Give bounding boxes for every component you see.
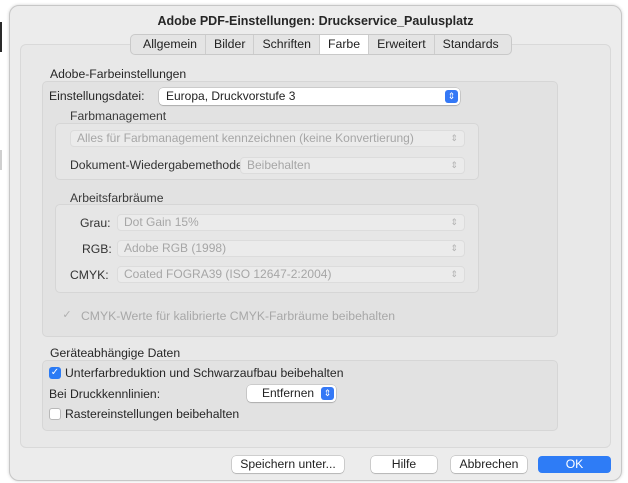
farbe-pane: Adobe-Farbeinstellungen Einstellungsdate… — [20, 44, 611, 448]
color-management-heading: Farbmanagement — [70, 109, 167, 123]
preserve-cmyk-label: CMYK-Werte für kalibrierte CMYK-Farbräum… — [81, 309, 396, 323]
settings-file-label: Einstellungsdatei: — [49, 89, 145, 103]
updown-chevron-icon: ⇕ — [450, 269, 458, 279]
working-spaces-group: Grau: Dot Gain 15% ⇕ RGB: Adobe RGB (199… — [55, 204, 479, 293]
settings-file-value: Europa, Druckvorstufe 3 — [166, 89, 296, 103]
color-management-policy-value: Alles für Farbmanagement kennzeichnen (k… — [77, 131, 414, 145]
device-data-group: ✓ Unterfarbreduktion und Schwarzaufbau b… — [42, 360, 558, 431]
updown-chevron-icon: ⇕ — [450, 160, 458, 170]
device-data-heading: Geräteabhängige Daten — [50, 346, 181, 360]
color-management-group: Alles für Farbmanagement kennzeichnen (k… — [55, 123, 479, 180]
pdf-settings-dialog: Adobe PDF-Einstellungen: Druckservice_Pa… — [9, 5, 622, 481]
transfer-label: Bei Druckkennlinien: — [49, 387, 161, 401]
updown-chevron-icon: ⇕ — [445, 90, 458, 103]
tab-bilder[interactable]: Bilder — [205, 35, 253, 54]
cmyk-popup[interactable]: Coated FOGRA39 (ISO 12647-2:2004) ⇕ — [117, 266, 465, 283]
gray-label: Grau: — [80, 216, 111, 230]
ucr-checkbox[interactable]: ✓ — [49, 367, 61, 379]
ok-button[interactable]: OK — [538, 456, 611, 473]
rgb-popup[interactable]: Adobe RGB (1998) ⇕ — [117, 240, 465, 257]
background-window-edge — [0, 0, 9, 483]
transfer-popup[interactable]: Entfernen ⇕ — [247, 385, 336, 402]
settings-tabs: Allgemein Bilder Schriften Farbe Erweite… — [130, 34, 512, 55]
preserve-cmyk-checkbox[interactable]: ✓ — [61, 309, 73, 321]
background-edge-mark — [0, 22, 2, 52]
dialog-title: Adobe PDF-Einstellungen: Druckservice_Pa… — [157, 14, 474, 28]
rgb-value: Adobe RGB (1998) — [124, 241, 227, 255]
tab-allgemein[interactable]: Allgemein — [131, 35, 205, 54]
tab-schriften[interactable]: Schriften — [253, 35, 319, 54]
tab-standards[interactable]: Standards — [433, 35, 511, 54]
updown-chevron-icon: ⇕ — [321, 387, 334, 400]
rgb-label: RGB: — [82, 242, 112, 256]
color-settings-group: Einstellungsdatei: Europa, Druckvorstufe… — [42, 81, 558, 337]
cancel-button[interactable]: Abbrechen — [451, 456, 527, 473]
intent-popup[interactable]: Beibehalten ⇕ — [240, 157, 465, 174]
help-button[interactable]: Hilfe — [371, 456, 437, 473]
save-as-button[interactable]: Speichern unter... — [232, 456, 344, 473]
cmyk-value: Coated FOGRA39 (ISO 12647-2:2004) — [124, 267, 332, 281]
tab-farbe[interactable]: Farbe — [318, 35, 370, 54]
checkmark-icon: ✓ — [62, 309, 72, 321]
halftone-label: Rastereinstellungen beibehalten — [65, 407, 240, 421]
working-spaces-heading: Arbeitsfarbräume — [70, 191, 164, 205]
checkmark-icon: ✓ — [50, 367, 60, 378]
cmyk-label: CMYK: — [70, 268, 109, 282]
updown-chevron-icon: ⇕ — [450, 217, 458, 227]
updown-chevron-icon: ⇕ — [450, 133, 458, 143]
intent-value: Beibehalten — [247, 158, 311, 172]
tab-erweitert[interactable]: Erweitert — [369, 35, 434, 54]
settings-file-popup[interactable]: Europa, Druckvorstufe 3 ⇕ — [159, 88, 460, 105]
transfer-value: Entfernen — [262, 386, 315, 400]
background-edge-mark — [0, 150, 2, 170]
halftone-checkbox[interactable] — [49, 408, 61, 420]
intent-label: Dokument-Wiedergabemethode: — [70, 158, 247, 172]
color-management-policy-popup[interactable]: Alles für Farbmanagement kennzeichnen (k… — [70, 130, 465, 147]
color-settings-heading: Adobe-Farbeinstellungen — [50, 67, 187, 81]
updown-chevron-icon: ⇕ — [450, 243, 458, 253]
gray-popup[interactable]: Dot Gain 15% ⇕ — [117, 214, 465, 231]
gray-value: Dot Gain 15% — [124, 215, 199, 229]
ucr-label: Unterfarbreduktion und Schwarzaufbau bei… — [65, 366, 344, 380]
